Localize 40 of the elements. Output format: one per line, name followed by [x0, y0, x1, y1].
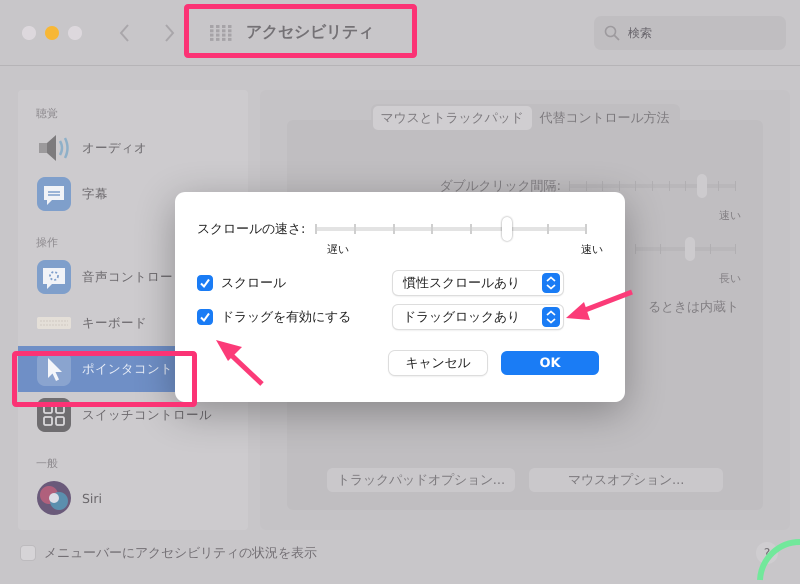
annotation-arrow	[566, 290, 633, 320]
checkbox[interactable]	[197, 275, 213, 291]
slider-max-label: 速い	[581, 242, 603, 257]
checkbox-label: メニューバーにアクセシビリティの状況を表示	[44, 545, 317, 562]
chevron-icon	[542, 273, 560, 293]
sidebar-item[interactable]: オーディオ	[18, 125, 248, 171]
tab[interactable]: 代替コントロール方法	[532, 106, 678, 130]
checkbox-label: ドラッグを有効にする	[221, 309, 352, 326]
cancel-button[interactable]: キャンセル	[389, 351, 487, 375]
slider-label: ダブルクリック間隔:	[440, 178, 561, 195]
option-label: るときは内蔵ト	[648, 299, 739, 316]
section-heading: 操作	[35, 235, 59, 251]
section-heading: 聴覚	[35, 106, 59, 122]
chevron-icon	[542, 307, 560, 327]
options-button[interactable]: トラックパッドオプション...	[326, 468, 516, 492]
popup-menu[interactable]: ドラッグロックあり	[393, 305, 563, 329]
search-field[interactable]: 検索	[594, 16, 786, 50]
options-button[interactable]: マウスオプション...	[529, 468, 724, 492]
sidebar-item[interactable]: Siri	[18, 475, 248, 521]
checkbox[interactable]	[20, 545, 36, 561]
tab[interactable]: マウスとトラックパッド	[372, 106, 532, 130]
speech-bubble-icon	[36, 259, 72, 295]
slider-thumb[interactable]	[502, 217, 512, 241]
slider-min-label: 遅い	[327, 242, 349, 257]
minimize-button[interactable]	[45, 26, 59, 40]
popup-menu[interactable]: 慣性スクロールあり	[393, 271, 563, 295]
orb-icon	[36, 480, 72, 516]
section-heading: 一般	[35, 456, 59, 472]
sidebar-item[interactable]: 字幕	[18, 171, 248, 217]
sidebar-item[interactable]: スイッチコントロール	[18, 392, 248, 438]
slider-max-label: 長い	[719, 271, 741, 286]
ok-button[interactable]: OK	[501, 351, 599, 375]
slider-max-label: 速い	[719, 208, 741, 223]
checkbox-label: スクロール	[221, 275, 287, 292]
slider-label: スクロールの速さ:	[197, 221, 306, 238]
window-title: アクセシビリティ	[246, 22, 374, 43]
grid-icon[interactable]	[210, 24, 232, 40]
speech-bubble-icon	[36, 176, 72, 212]
checkbox[interactable]	[197, 309, 213, 325]
annotation-arrow	[216, 340, 264, 386]
